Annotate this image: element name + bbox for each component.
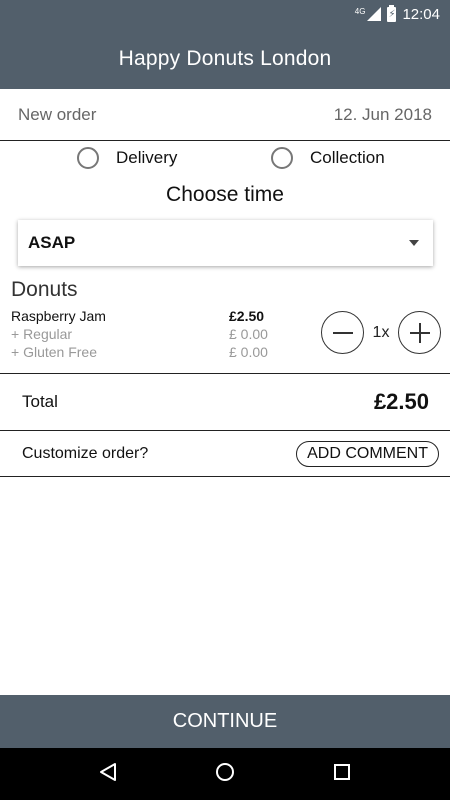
minus-icon[interactable] xyxy=(321,311,364,354)
dropdown-arrow-icon[interactable] xyxy=(409,240,419,246)
system-nav-bar xyxy=(0,748,450,800)
quantity-value: 1x xyxy=(372,323,390,341)
section-title: Donuts xyxy=(11,278,78,301)
item-main-line: Raspberry Jam £2.50 xyxy=(11,307,273,325)
item-option: + Gluten Free £ 0.00 xyxy=(11,343,273,361)
item-price: £2.50 xyxy=(229,308,265,324)
time-selected-value: ASAP xyxy=(28,233,76,252)
add-comment-button[interactable]: ADD COMMENT xyxy=(296,440,439,467)
choose-time-title: Choose time xyxy=(166,183,284,206)
continue-button[interactable]: CONTINUE xyxy=(0,695,450,748)
total-value: £2.50 xyxy=(373,389,429,414)
customize-label: Customize order? xyxy=(22,444,149,462)
item-option: + Regular £ 0.00 xyxy=(11,325,273,343)
order-date: 12. Jun 2018 xyxy=(333,104,432,124)
delivery-options: Delivery Collection xyxy=(0,141,450,177)
status-bar: 4G 12:04 xyxy=(0,0,450,28)
delivery-label: Delivery xyxy=(116,148,178,167)
network-type: 4G xyxy=(354,6,366,16)
total-label: Total xyxy=(22,392,58,411)
home-icon[interactable] xyxy=(215,762,235,787)
item-option-price: £ 0.00 xyxy=(229,344,268,360)
item-option-name: + Gluten Free xyxy=(11,344,97,360)
continue-label: CONTINUE xyxy=(172,710,278,732)
signal-icon xyxy=(367,7,382,21)
radio-icon[interactable] xyxy=(77,147,99,169)
order-label: New order xyxy=(18,104,97,124)
app-title: Happy Donuts London xyxy=(118,46,332,70)
quantity-stepper: 1x xyxy=(321,311,441,354)
app-bar: Happy Donuts London xyxy=(0,28,450,89)
order-header: New order 12. Jun 2018 xyxy=(0,89,450,141)
collection-radio[interactable]: Collection xyxy=(271,147,385,169)
collection-label: Collection xyxy=(310,148,385,167)
radio-icon[interactable] xyxy=(271,147,293,169)
status-time: 12:04 xyxy=(402,5,440,23)
battery-icon xyxy=(387,4,397,22)
customize-row: Customize order? ADD COMMENT xyxy=(0,431,450,477)
back-icon[interactable] xyxy=(99,762,117,787)
item-name: Raspberry Jam xyxy=(11,308,106,324)
total-row: Total £2.50 xyxy=(0,373,450,431)
item-option-name: + Regular xyxy=(11,326,73,342)
order-item: Raspberry Jam £2.50 + Regular £ 0.00 + G… xyxy=(11,307,273,361)
time-dropdown[interactable]: ASAP xyxy=(18,220,433,266)
item-option-price: £ 0.00 xyxy=(229,326,268,342)
delivery-radio[interactable]: Delivery xyxy=(77,147,177,169)
recents-icon[interactable] xyxy=(333,763,351,786)
plus-icon[interactable] xyxy=(398,311,441,354)
